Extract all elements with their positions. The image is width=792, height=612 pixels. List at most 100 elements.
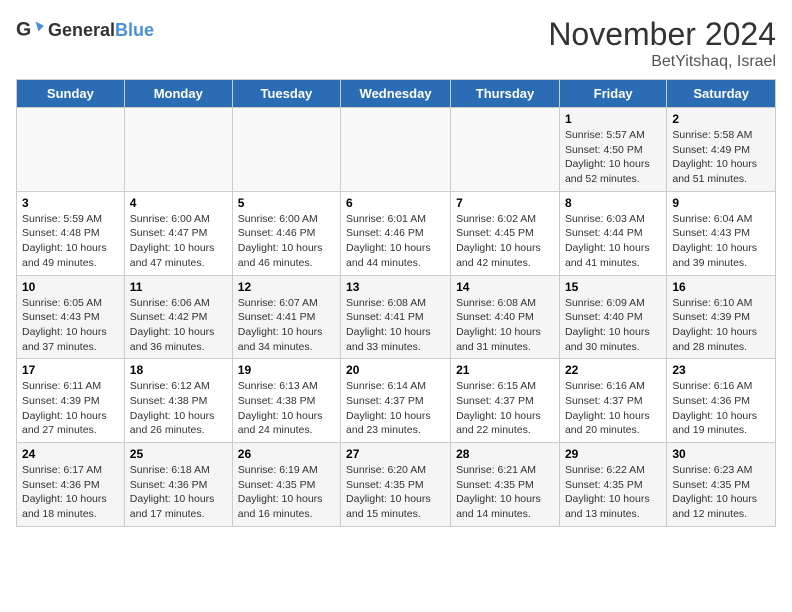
day-cell: 17 Sunrise: 6:11 AM Sunset: 4:39 PM Dayli… <box>17 359 125 443</box>
day-header-thursday: Thursday <box>451 80 560 108</box>
day-info: Sunrise: 6:16 AM Sunset: 4:37 PM Dayligh… <box>565 380 650 436</box>
day-cell: 6 Sunrise: 6:01 AM Sunset: 4:46 PM Daylig… <box>341 191 451 275</box>
day-info: Sunrise: 6:05 AM Sunset: 4:43 PM Dayligh… <box>22 297 107 353</box>
day-info: Sunrise: 6:09 AM Sunset: 4:40 PM Dayligh… <box>565 297 650 353</box>
day-number: 30 <box>672 447 770 461</box>
day-cell: 21Sunrise: 6:15 AM Sunset: 4:37 PM Dayli… <box>451 359 560 443</box>
day-cell: 3Sunrise: 5:59 AM Sunset: 4:48 PM Daylig… <box>17 191 125 275</box>
day-number: 11 <box>130 280 227 294</box>
day-info: Sunrise: 6:00 AM Sunset: 4:47 PM Dayligh… <box>130 213 215 269</box>
day-cell: 22 Sunrise: 6:16 AM Sunset: 4:37 PM Dayli… <box>559 359 666 443</box>
week-row-3: 10 Sunrise: 6:05 AM Sunset: 4:43 PM Dayli… <box>17 275 776 359</box>
day-cell <box>124 108 232 192</box>
day-cell: 9 Sunrise: 6:04 AM Sunset: 4:43 PM Daylig… <box>667 191 776 275</box>
day-cell <box>341 108 451 192</box>
day-number: 10 <box>22 280 119 294</box>
day-number: 13 <box>346 280 445 294</box>
logo-general-text: General <box>48 20 115 40</box>
day-info: Sunrise: 6:18 AM Sunset: 4:36 PM Dayligh… <box>130 464 215 520</box>
day-number: 24 <box>22 447 119 461</box>
day-cell: 20 Sunrise: 6:14 AM Sunset: 4:37 PM Dayli… <box>341 359 451 443</box>
day-cell: 30 Sunrise: 6:23 AM Sunset: 4:35 PM Dayli… <box>667 443 776 527</box>
week-row-1: 1Sunrise: 5:57 AM Sunset: 4:50 PM Daylig… <box>17 108 776 192</box>
day-info: Sunrise: 6:12 AM Sunset: 4:38 PM Dayligh… <box>130 380 215 436</box>
day-info: Sunrise: 6:19 AM Sunset: 4:35 PM Dayligh… <box>238 464 323 520</box>
day-info: Sunrise: 6:03 AM Sunset: 4:44 PM Dayligh… <box>565 213 650 269</box>
calendar-table: SundayMondayTuesdayWednesdayThursdayFrid… <box>16 79 776 527</box>
day-number: 28 <box>456 447 554 461</box>
calendar-body: 1Sunrise: 5:57 AM Sunset: 4:50 PM Daylig… <box>17 108 776 527</box>
day-info: Sunrise: 5:57 AM Sunset: 4:50 PM Dayligh… <box>565 129 650 185</box>
day-cell: 27Sunrise: 6:20 AM Sunset: 4:35 PM Dayli… <box>341 443 451 527</box>
day-cell: 13Sunrise: 6:08 AM Sunset: 4:41 PM Dayli… <box>341 275 451 359</box>
week-row-5: 24 Sunrise: 6:17 AM Sunset: 4:36 PM Dayli… <box>17 443 776 527</box>
day-number: 29 <box>565 447 661 461</box>
day-info: Sunrise: 6:10 AM Sunset: 4:39 PM Dayligh… <box>672 297 757 353</box>
day-cell: 26 Sunrise: 6:19 AM Sunset: 4:35 PM Dayli… <box>232 443 340 527</box>
svg-text:G: G <box>16 19 31 41</box>
day-number: 6 <box>346 196 445 210</box>
day-number: 7 <box>456 196 554 210</box>
day-info: Sunrise: 6:16 AM Sunset: 4:36 PM Dayligh… <box>672 380 757 436</box>
day-number: 20 <box>346 363 445 377</box>
day-info: Sunrise: 6:01 AM Sunset: 4:46 PM Dayligh… <box>346 213 431 269</box>
day-cell <box>232 108 340 192</box>
day-cell: 14Sunrise: 6:08 AM Sunset: 4:40 PM Dayli… <box>451 275 560 359</box>
day-info: Sunrise: 6:02 AM Sunset: 4:45 PM Dayligh… <box>456 213 541 269</box>
day-info: Sunrise: 6:23 AM Sunset: 4:35 PM Dayligh… <box>672 464 757 520</box>
day-info: Sunrise: 6:04 AM Sunset: 4:43 PM Dayligh… <box>672 213 757 269</box>
day-info: Sunrise: 6:22 AM Sunset: 4:35 PM Dayligh… <box>565 464 650 520</box>
day-info: Sunrise: 6:14 AM Sunset: 4:37 PM Dayligh… <box>346 380 431 436</box>
day-cell <box>17 108 125 192</box>
day-info: Sunrise: 6:15 AM Sunset: 4:37 PM Dayligh… <box>456 380 541 436</box>
day-cell: 15 Sunrise: 6:09 AM Sunset: 4:40 PM Dayli… <box>559 275 666 359</box>
week-row-2: 3Sunrise: 5:59 AM Sunset: 4:48 PM Daylig… <box>17 191 776 275</box>
day-header-tuesday: Tuesday <box>232 80 340 108</box>
day-info: Sunrise: 6:06 AM Sunset: 4:42 PM Dayligh… <box>130 297 215 353</box>
day-number: 15 <box>565 280 661 294</box>
logo-blue-text: Blue <box>115 20 154 40</box>
day-number: 2 <box>672 112 770 126</box>
day-info: Sunrise: 5:58 AM Sunset: 4:49 PM Dayligh… <box>672 129 757 185</box>
day-cell: 5 Sunrise: 6:00 AM Sunset: 4:46 PM Daylig… <box>232 191 340 275</box>
day-number: 4 <box>130 196 227 210</box>
day-info: Sunrise: 6:11 AM Sunset: 4:39 PM Dayligh… <box>22 380 107 436</box>
day-cell: 2 Sunrise: 5:58 AM Sunset: 4:49 PM Daylig… <box>667 108 776 192</box>
day-number: 5 <box>238 196 335 210</box>
day-header-monday: Monday <box>124 80 232 108</box>
day-number: 17 <box>22 363 119 377</box>
day-cell: 23 Sunrise: 6:16 AM Sunset: 4:36 PM Dayli… <box>667 359 776 443</box>
day-info: Sunrise: 6:13 AM Sunset: 4:38 PM Dayligh… <box>238 380 323 436</box>
day-cell: 4 Sunrise: 6:00 AM Sunset: 4:47 PM Daylig… <box>124 191 232 275</box>
day-number: 19 <box>238 363 335 377</box>
day-cell: 18 Sunrise: 6:12 AM Sunset: 4:38 PM Dayli… <box>124 359 232 443</box>
day-number: 3 <box>22 196 119 210</box>
day-number: 26 <box>238 447 335 461</box>
day-number: 25 <box>130 447 227 461</box>
day-cell: 28Sunrise: 6:21 AM Sunset: 4:35 PM Dayli… <box>451 443 560 527</box>
day-number: 23 <box>672 363 770 377</box>
day-number: 18 <box>130 363 227 377</box>
day-header-sunday: Sunday <box>17 80 125 108</box>
day-cell: 16Sunrise: 6:10 AM Sunset: 4:39 PM Dayli… <box>667 275 776 359</box>
day-number: 9 <box>672 196 770 210</box>
day-info: Sunrise: 6:08 AM Sunset: 4:40 PM Dayligh… <box>456 297 541 353</box>
day-cell: 24 Sunrise: 6:17 AM Sunset: 4:36 PM Dayli… <box>17 443 125 527</box>
location-title: BetYitshaq, Israel <box>548 53 776 71</box>
day-cell: 11 Sunrise: 6:06 AM Sunset: 4:42 PM Dayli… <box>124 275 232 359</box>
day-cell: 25 Sunrise: 6:18 AM Sunset: 4:36 PM Dayli… <box>124 443 232 527</box>
day-header-wednesday: Wednesday <box>341 80 451 108</box>
day-info: Sunrise: 6:17 AM Sunset: 4:36 PM Dayligh… <box>22 464 107 520</box>
day-header-saturday: Saturday <box>667 80 776 108</box>
day-header-friday: Friday <box>559 80 666 108</box>
page-header: G GeneralBlue November 2024 BetYitshaq, … <box>16 16 776 71</box>
day-cell: 29 Sunrise: 6:22 AM Sunset: 4:35 PM Dayli… <box>559 443 666 527</box>
day-number: 27 <box>346 447 445 461</box>
day-info: Sunrise: 6:00 AM Sunset: 4:46 PM Dayligh… <box>238 213 323 269</box>
day-number: 8 <box>565 196 661 210</box>
day-cell: 8 Sunrise: 6:03 AM Sunset: 4:44 PM Daylig… <box>559 191 666 275</box>
week-row-4: 17 Sunrise: 6:11 AM Sunset: 4:39 PM Dayli… <box>17 359 776 443</box>
day-cell: 7 Sunrise: 6:02 AM Sunset: 4:45 PM Daylig… <box>451 191 560 275</box>
day-number: 22 <box>565 363 661 377</box>
day-cell: 1Sunrise: 5:57 AM Sunset: 4:50 PM Daylig… <box>559 108 666 192</box>
